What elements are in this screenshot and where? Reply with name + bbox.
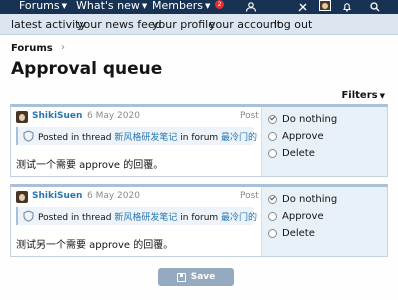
context-text: Posted in thread 新风格研发笔记 in forum 最冷门的「水…: [38, 210, 293, 223]
option-label: Do nothing: [282, 194, 338, 205]
avatar-face: [19, 194, 25, 201]
radio-icon[interactable]: [268, 132, 277, 141]
profile-posts-icon[interactable]: [244, 0, 258, 14]
post-date: 6 May 2020: [87, 111, 140, 121]
nav-whats-new-label: What's new: [76, 0, 140, 12]
post-message: 测试一个需要 approve 的回覆。: [16, 160, 164, 171]
option-delete[interactable]: Delete: [268, 228, 315, 239]
avatar[interactable]: [16, 191, 28, 203]
avatar[interactable]: [16, 111, 28, 123]
tools-icon[interactable]: [296, 0, 310, 14]
queue-item: ShikiSuen · 6 May 2020 Post Posted in th…: [10, 104, 388, 177]
filters-label: Filters: [341, 90, 378, 101]
thread-link[interactable]: 新风格研发笔记: [114, 133, 177, 143]
save-label: Save: [190, 272, 216, 282]
option-label: Delete: [282, 228, 315, 239]
nav-whats-new[interactable]: What's new ▼: [76, 0, 147, 13]
option-label: Delete: [282, 148, 315, 159]
chevron-down-icon: ▼: [204, 2, 211, 10]
save-button[interactable]: Save: [158, 268, 234, 286]
chevron-down-icon: ▼: [61, 2, 67, 10]
link-latest-activity[interactable]: latest activity: [11, 18, 86, 31]
option-label: Approve: [282, 131, 324, 142]
avatar-face: [19, 114, 25, 121]
link-log-out[interactable]: log out: [274, 18, 312, 31]
radio-icon[interactable]: [268, 212, 277, 221]
top-navigation: Forums ▼ What's new ▼ Members ▼ 2: [0, 0, 398, 14]
nav-forums-label: Forums: [19, 0, 60, 12]
avatar-face: [322, 3, 328, 9]
option-approve[interactable]: Approve: [268, 131, 324, 142]
username-link[interactable]: ShikiSuen: [32, 191, 82, 201]
action-panel: Do nothing Approve Delete: [261, 107, 387, 176]
action-panel: Do nothing Approve Delete: [261, 187, 387, 256]
user-avatar[interactable]: [319, 0, 331, 11]
context-prefix: Posted in thread: [38, 133, 115, 143]
sub-navigation: latest activity your news feed your prof…: [0, 14, 398, 35]
radio-checked-icon[interactable]: [268, 195, 277, 204]
shield-icon: [23, 130, 34, 142]
breadcrumb-separator: ›: [61, 42, 65, 53]
option-delete[interactable]: Delete: [268, 148, 315, 159]
context-prefix: Posted in thread: [38, 213, 115, 223]
option-label: Do nothing: [282, 114, 338, 125]
nav-forums[interactable]: Forums ▼: [19, 0, 67, 13]
breadcrumb-forums[interactable]: Forums: [11, 43, 53, 54]
thread-link[interactable]: 新风格研发笔记: [114, 213, 177, 223]
link-news-feed[interactable]: your news feed: [77, 18, 162, 31]
username-link[interactable]: ShikiSuen: [32, 111, 82, 121]
option-do-nothing[interactable]: Do nothing: [268, 194, 337, 205]
separator-dot: ·: [79, 191, 82, 201]
context-mid: in forum: [177, 133, 222, 143]
post-context: Posted in thread 新风格研发笔记 in forum 最冷门的「水…: [16, 207, 293, 225]
post-message: 测试另一个需要 approve 的回覆。: [16, 240, 174, 251]
post-date: 6 May 2020: [87, 191, 140, 201]
nav-members-label: Members: [152, 0, 203, 12]
separator-dot: ·: [79, 111, 82, 121]
context-mid: in forum: [177, 213, 222, 223]
context-text: Posted in thread 新风格研发笔记 in forum 最冷门的「水…: [38, 130, 293, 143]
link-your-account[interactable]: your account: [209, 18, 281, 31]
post-context: Posted in thread 新风格研发笔记 in forum 最冷门的「水…: [16, 127, 293, 145]
nav-members[interactable]: Members ▼: [152, 0, 210, 13]
alert-count-badge: 2: [215, 0, 224, 9]
queue-item: ShikiSuen · 6 May 2020 Post Posted in th…: [10, 184, 388, 257]
bell-icon[interactable]: [340, 0, 354, 14]
content-type-label: Post: [240, 111, 259, 121]
save-icon: [176, 272, 186, 282]
radio-checked-icon[interactable]: [268, 115, 277, 124]
radio-icon[interactable]: [268, 229, 277, 238]
option-label: Approve: [282, 211, 324, 222]
content-type-label: Post: [240, 191, 259, 201]
shield-icon: [23, 210, 34, 222]
chevron-down-icon: ▼: [379, 92, 385, 100]
chevron-down-icon: ▼: [141, 2, 148, 10]
link-your-profile[interactable]: your profile: [152, 18, 215, 31]
page-title: Approval queue: [11, 59, 163, 79]
search-icon[interactable]: [368, 0, 382, 14]
option-do-nothing[interactable]: Do nothing: [268, 114, 337, 125]
radio-icon[interactable]: [268, 149, 277, 158]
option-approve[interactable]: Approve: [268, 211, 324, 222]
filters-button[interactable]: Filters ▼: [341, 90, 385, 101]
